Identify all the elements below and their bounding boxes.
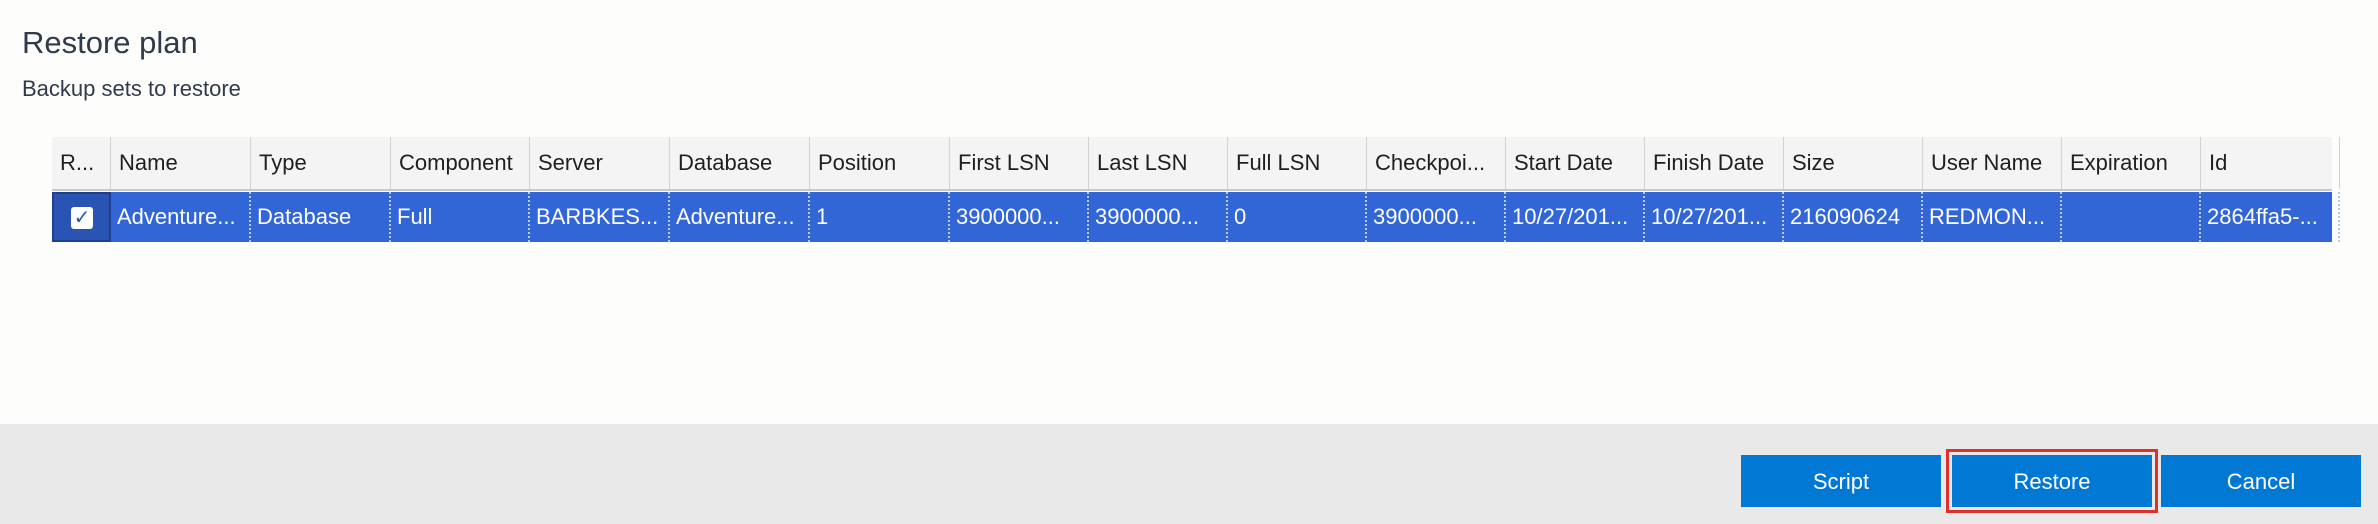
cell-database[interactable]: Adventure... — [670, 192, 810, 242]
column-header-first-lsn[interactable]: First LSN — [950, 137, 1089, 189]
column-header-size[interactable]: Size — [1784, 137, 1923, 189]
column-header-user-name[interactable]: User Name — [1923, 137, 2062, 189]
column-header-finish-date[interactable]: Finish Date — [1645, 137, 1784, 189]
column-header-last-lsn[interactable]: Last LSN — [1089, 137, 1228, 189]
restore-checkbox-cell[interactable]: ✓ — [52, 192, 111, 242]
backup-sets-grid: R... Name Type Component Server Database… — [52, 137, 2340, 242]
cell-size[interactable]: 216090624 — [1784, 192, 1923, 242]
cancel-button[interactable]: Cancel — [2161, 455, 2361, 507]
cell-last-lsn[interactable]: 3900000... — [1089, 192, 1228, 242]
cell-expiration[interactable] — [2062, 192, 2201, 242]
column-header-start-date[interactable]: Start Date — [1506, 137, 1645, 189]
column-header-expiration[interactable]: Expiration — [2062, 137, 2201, 189]
cell-component[interactable]: Full — [391, 192, 530, 242]
cell-id[interactable]: 2864ffa5-... — [2201, 192, 2340, 242]
check-icon: ✓ — [73, 207, 91, 229]
cell-full-lsn[interactable]: 0 — [1228, 192, 1367, 242]
restore-checkbox[interactable]: ✓ — [71, 207, 93, 229]
column-header-checkpoint-lsn[interactable]: Checkpoi... — [1367, 137, 1506, 189]
cell-finish-date[interactable]: 10/27/201... — [1645, 192, 1784, 242]
cell-first-lsn[interactable]: 3900000... — [950, 192, 1089, 242]
cell-start-date[interactable]: 10/27/201... — [1506, 192, 1645, 242]
column-header-id[interactable]: Id — [2201, 137, 2340, 189]
column-header-name[interactable]: Name — [111, 137, 251, 189]
column-header-full-lsn[interactable]: Full LSN — [1228, 137, 1367, 189]
column-header-server[interactable]: Server — [530, 137, 670, 189]
cell-checkpoint-lsn[interactable]: 3900000... — [1367, 192, 1506, 242]
column-header-component[interactable]: Component — [391, 137, 530, 189]
column-header-database[interactable]: Database — [670, 137, 810, 189]
column-header-position[interactable]: Position — [810, 137, 950, 189]
script-button[interactable]: Script — [1741, 455, 1941, 507]
section-subtitle: Backup sets to restore — [22, 76, 241, 101]
restore-button[interactable]: Restore — [1946, 449, 2158, 513]
page-title: Restore plan — [22, 25, 198, 60]
cell-position[interactable]: 1 — [810, 192, 950, 242]
restore-plan-dialog: Restore plan Backup sets to restore R...… — [0, 0, 2378, 524]
grid-header: R... Name Type Component Server Database… — [52, 137, 2340, 191]
column-header-type[interactable]: Type — [251, 137, 391, 189]
cell-type[interactable]: Database — [251, 192, 391, 242]
cell-name[interactable]: Adventure... — [111, 192, 251, 242]
cell-server[interactable]: BARBKES... — [530, 192, 670, 242]
table-row[interactable]: ✓ Adventure... Database Full BARBKES... … — [52, 192, 2340, 242]
cell-user-name[interactable]: REDMON... — [1923, 192, 2062, 242]
column-header-restore[interactable]: R... — [52, 137, 111, 189]
